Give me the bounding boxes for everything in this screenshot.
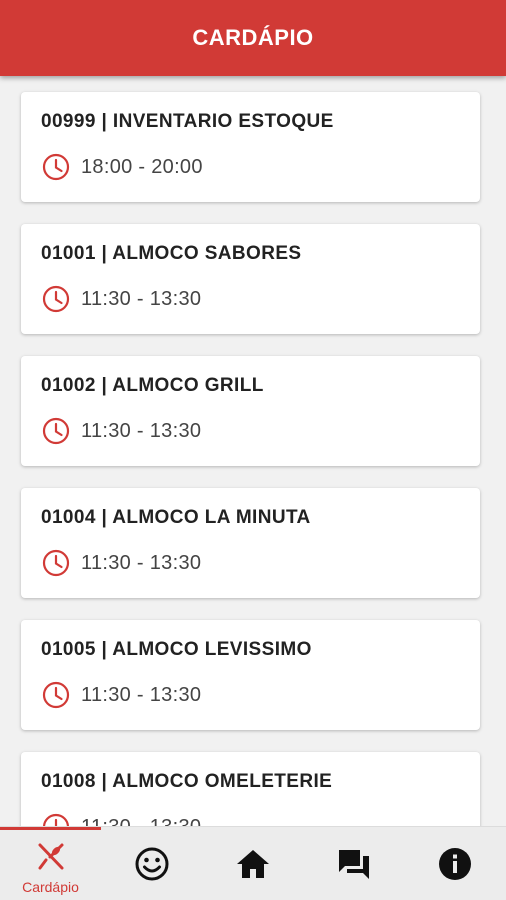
page-title: CARDÁPIO: [192, 25, 314, 50]
menu-card[interactable]: 01001 | ALMOCO SABORES 11:30 - 13:30: [21, 224, 480, 334]
menu-card-time-row: 18:00 - 20:00: [41, 152, 203, 182]
clock-icon: [42, 285, 70, 313]
nav-item-home[interactable]: [202, 827, 303, 900]
app-bar: CARDÁPIO: [0, 0, 506, 76]
menu-card[interactable]: 01002 | ALMOCO GRILL 11:30 - 13:30: [21, 356, 480, 466]
nav-item-cardapio[interactable]: Cardápio: [0, 827, 101, 900]
menu-card-time: 11:30 - 13:30: [81, 816, 201, 827]
menu-card-title: 01002 | ALMOCO GRILL: [41, 375, 264, 396]
menu-card-title: 01001 | ALMOCO SABORES: [41, 243, 302, 264]
menu-card-time-row: 11:30 - 13:30: [41, 284, 201, 314]
menu-card[interactable]: 01008 | ALMOCO OMELETERIE 11:30 - 13:30: [21, 752, 480, 826]
clock-icon: [42, 813, 70, 826]
menu-card[interactable]: 01005 | ALMOCO LEVISSIMO 11:30 - 13:30: [21, 620, 480, 730]
menu-card-time-row: 11:30 - 13:30: [41, 680, 201, 710]
menu-card-title: 01008 | ALMOCO OMELETERIE: [41, 771, 333, 792]
menu-card-title: 00999 | INVENTARIO ESTOQUE: [41, 111, 334, 132]
menu-card[interactable]: 01004 | ALMOCO LA MINUTA 11:30 - 13:30: [21, 488, 480, 598]
nav-item-info[interactable]: [404, 827, 505, 900]
home-icon: [236, 850, 269, 878]
menu-list: 00999 | INVENTARIO ESTOQUE 18:00 - 20:00…: [0, 76, 506, 826]
menu-card-time-row: 11:30 - 13:30: [41, 812, 201, 826]
nav-label-cardapio: Cardápio: [22, 878, 79, 895]
menu-card-title: 01004 | ALMOCO LA MINUTA: [41, 507, 311, 528]
bottom-nav: Cardápio: [0, 826, 506, 900]
menu-card-time: 11:30 - 13:30: [81, 287, 202, 310]
menu-card-time: 11:30 - 13:30: [81, 551, 202, 574]
menu-card-time: 11:30 - 13:30: [81, 683, 202, 706]
menu-card-title: 01005 | ALMOCO LEVISSIMO: [41, 639, 312, 660]
chat-icon: [338, 850, 369, 879]
menu-card-time: 11:30 - 13:30: [81, 419, 202, 442]
menu-card-time-row: 11:30 - 13:30: [41, 548, 201, 578]
clock-icon: [42, 417, 70, 445]
clock-icon: [42, 153, 70, 181]
clock-icon: [42, 681, 70, 709]
clock-icon: [42, 549, 70, 577]
menu-card[interactable]: 00999 | INVENTARIO ESTOQUE 18:00 - 20:00: [21, 92, 480, 202]
menu-card-time-row: 11:30 - 13:30: [41, 416, 201, 446]
menu-card-time: 18:00 - 20:00: [81, 155, 203, 178]
nav-item-feedback[interactable]: [101, 827, 202, 900]
smiley-icon: [135, 847, 168, 881]
info-icon: [438, 848, 471, 880]
fork-knife-icon: [38, 843, 63, 869]
nav-item-messages[interactable]: [303, 827, 404, 900]
